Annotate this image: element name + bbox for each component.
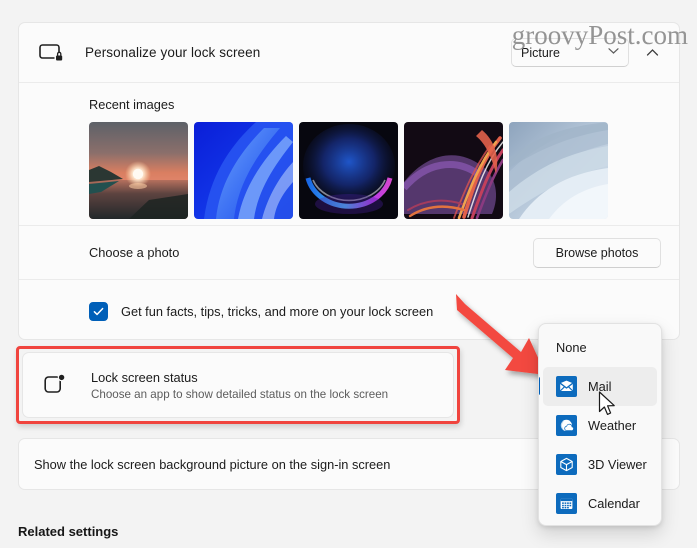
dropdown-item-label: Calendar xyxy=(588,496,640,511)
lock-screen-status-app-dropdown[interactable]: None Mail Weather xyxy=(538,323,662,526)
dropdown-item-label: Weather xyxy=(588,418,636,433)
dropdown-item-none[interactable]: None xyxy=(543,328,657,367)
lock-screen-status-card[interactable]: Lock screen status Choose an app to show… xyxy=(22,352,454,418)
mail-icon xyxy=(556,376,577,397)
dropdown-item-label: 3D Viewer xyxy=(588,457,647,472)
calendar-icon xyxy=(556,493,577,514)
thumbnail-dark-glow-orb[interactable] xyxy=(299,122,398,219)
lock-screen-status-text: Lock screen status Choose an app to show… xyxy=(91,370,388,401)
dropdown-item-weather[interactable]: Weather xyxy=(543,406,657,445)
recent-images-row: Recent images xyxy=(19,83,679,225)
dropdown-item-mail[interactable]: Mail xyxy=(543,367,657,406)
personalize-lock-screen-card: Personalize your lock screen Picture Rec… xyxy=(18,22,680,340)
fun-facts-label: Get fun facts, tips, tricks, and more on… xyxy=(121,304,433,319)
weather-icon xyxy=(556,415,577,436)
checkmark-icon xyxy=(92,305,105,318)
fun-facts-checkbox[interactable] xyxy=(89,302,108,321)
status-badge-icon xyxy=(43,372,69,398)
thumbnail-pale-blue-flow[interactable] xyxy=(509,122,608,219)
dropdown-item-calendar[interactable]: Calendar xyxy=(543,484,657,523)
thumbnail-sunset-over-water[interactable] xyxy=(89,122,188,219)
browse-photos-button[interactable]: Browse photos xyxy=(533,238,661,268)
choose-photo-label: Choose a photo xyxy=(89,245,179,260)
lock-screen-icon xyxy=(37,38,67,68)
recent-images-label: Recent images xyxy=(89,97,679,112)
lock-screen-status-subtitle: Choose an app to show detailed status on… xyxy=(91,388,388,401)
dropdown-item-3d-viewer[interactable]: 3D Viewer xyxy=(543,445,657,484)
thumbnail-blue-bloom[interactable] xyxy=(194,122,293,219)
thumbnail-colorful-ribbons[interactable] xyxy=(404,122,503,219)
sign-in-background-label: Show the lock screen background picture … xyxy=(34,457,390,472)
dropdown-item-label: None xyxy=(556,340,587,355)
related-settings-heading: Related settings xyxy=(18,524,118,539)
thumbnail-strip xyxy=(89,122,679,219)
lock-screen-status-title: Lock screen status xyxy=(91,370,388,385)
cube-icon xyxy=(556,454,577,475)
page-title: Personalize your lock screen xyxy=(85,45,260,60)
watermark: groovyPost.com xyxy=(512,20,688,51)
choose-photo-row: Choose a photo Browse photos xyxy=(19,226,679,279)
dropdown-item-label: Mail xyxy=(588,379,611,394)
settings-page: Personalize your lock screen Picture Rec… xyxy=(0,0,697,548)
